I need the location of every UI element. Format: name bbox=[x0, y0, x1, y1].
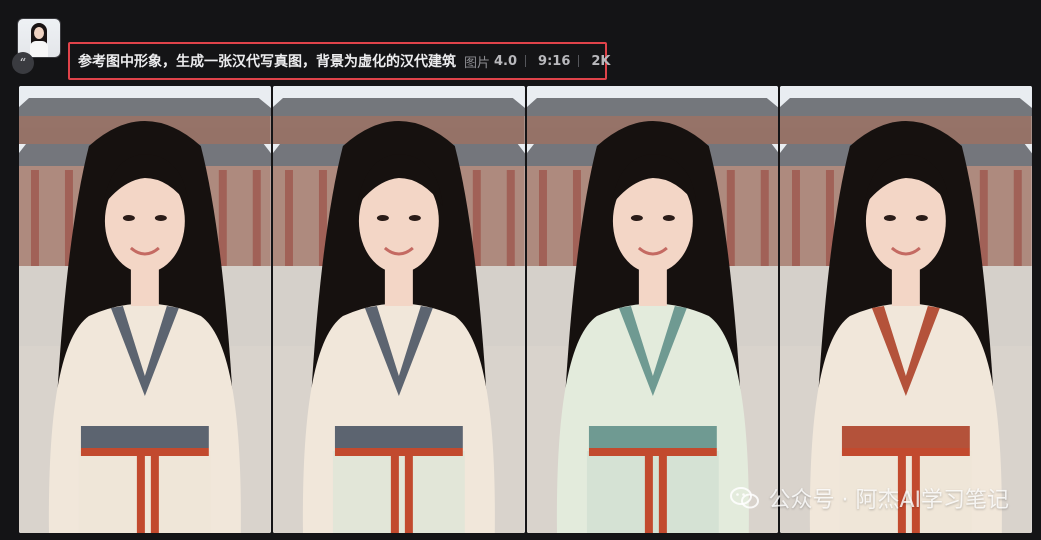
palace-pillar bbox=[538, 170, 547, 266]
resolution: 2K bbox=[591, 53, 611, 69]
generation-meta: 图片 4.0 9:16 2K bbox=[464, 52, 611, 71]
palace-pillar bbox=[792, 170, 801, 266]
eye bbox=[376, 215, 389, 221]
palace-pillar bbox=[1014, 170, 1023, 266]
sash-tail bbox=[404, 448, 413, 533]
result-image-1[interactable] bbox=[19, 86, 271, 533]
sash-tail bbox=[644, 448, 653, 533]
model-version: 4.0 bbox=[494, 53, 518, 69]
eye bbox=[916, 215, 929, 221]
waist-band bbox=[842, 426, 971, 448]
sash-tail bbox=[136, 448, 145, 533]
palace-pillar bbox=[726, 170, 735, 266]
prompt-bar[interactable]: 参考图中形象，生成一张汉代写真图，背景为虚化的汉代建筑 图片 4.0 9:16 … bbox=[68, 42, 611, 80]
sash-tail bbox=[658, 448, 667, 533]
eye bbox=[884, 215, 897, 221]
eye bbox=[662, 215, 675, 221]
portrait-drawing bbox=[19, 86, 271, 533]
meta-divider bbox=[578, 55, 580, 67]
portrait-drawing bbox=[272, 86, 525, 533]
portrait-drawing bbox=[780, 86, 1032, 533]
thumbnail-body bbox=[30, 41, 48, 57]
palace-roof-top bbox=[272, 98, 525, 116]
thumbnail-face bbox=[34, 27, 44, 39]
palace-roof-top bbox=[526, 98, 779, 116]
result-image-2[interactable] bbox=[272, 86, 525, 533]
palace-pillar bbox=[284, 170, 293, 266]
result-image-3[interactable] bbox=[526, 86, 779, 533]
sash-tail bbox=[390, 448, 399, 533]
prompt-text: 参考图中形象，生成一张汉代写真图，背景为虚化的汉代建筑 bbox=[78, 54, 456, 70]
waist-band bbox=[80, 426, 209, 448]
eye bbox=[408, 215, 421, 221]
image-type-label: 图片 bbox=[464, 55, 491, 71]
eye bbox=[122, 215, 135, 221]
waist-band bbox=[334, 426, 463, 448]
palace-pillar bbox=[472, 170, 481, 266]
palace-roof-top bbox=[780, 98, 1032, 116]
meta-divider bbox=[525, 55, 527, 67]
sash-tail bbox=[150, 448, 159, 533]
palace-pillar bbox=[30, 170, 39, 266]
quote-icon[interactable]: “ bbox=[12, 52, 34, 74]
watermark-text: 公众号 · 阿杰AI学习笔记 bbox=[768, 488, 1009, 513]
palace-pillar bbox=[760, 170, 769, 266]
aspect-ratio: 9:16 bbox=[538, 53, 571, 69]
result-image-4[interactable] bbox=[780, 86, 1032, 533]
generation-card: “ 参考图中形象，生成一张汉代写真图，背景为虚化的汉代建筑 图片 4.0 9:1… bbox=[0, 0, 1041, 540]
palace-pillar bbox=[252, 170, 261, 266]
palace-pillar bbox=[506, 170, 515, 266]
portrait-drawing bbox=[526, 86, 779, 533]
palace-pillar bbox=[218, 170, 227, 266]
palace-pillar bbox=[980, 170, 989, 266]
waist-band bbox=[588, 426, 717, 448]
watermark: 公众号 · 阿杰AI学习笔记 bbox=[730, 482, 1009, 514]
wechat-icon bbox=[730, 487, 760, 509]
eye bbox=[630, 215, 643, 221]
eye bbox=[154, 215, 167, 221]
palace-roof-top bbox=[19, 98, 271, 116]
result-image-grid bbox=[19, 86, 1032, 533]
